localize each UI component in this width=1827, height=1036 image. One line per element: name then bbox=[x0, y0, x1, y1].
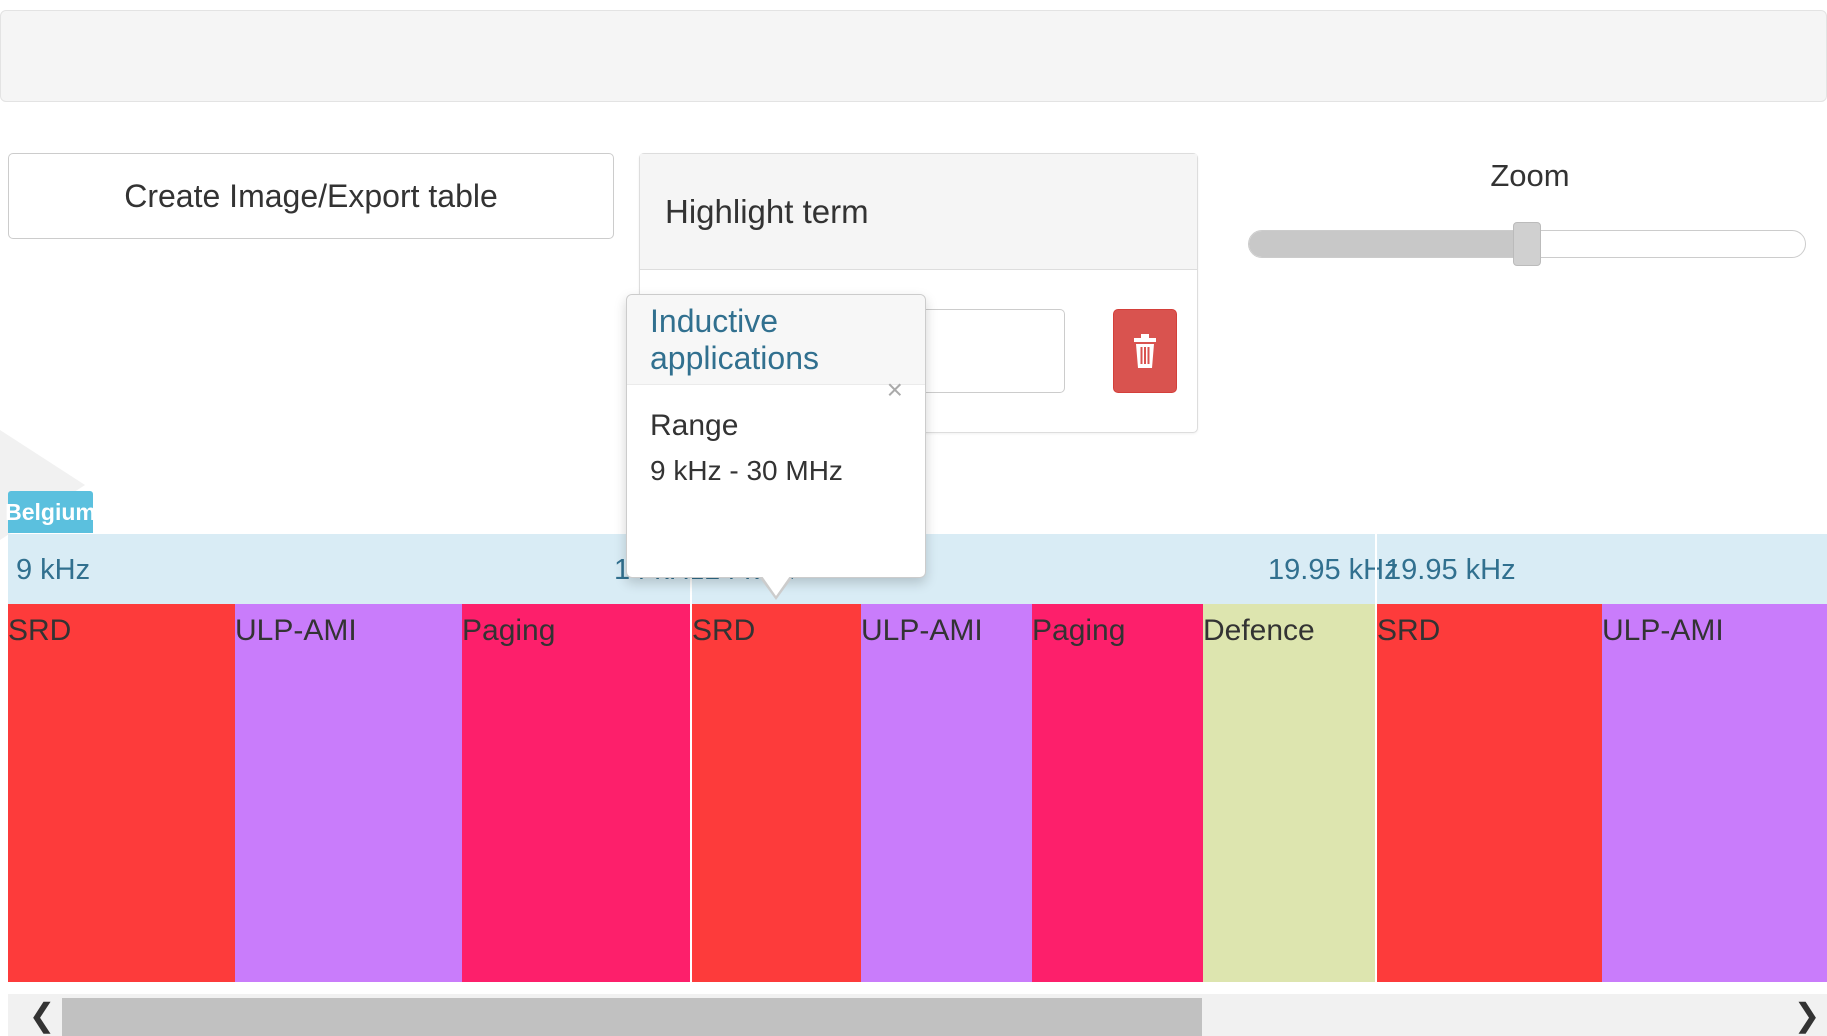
band-label: Paging bbox=[1032, 614, 1126, 647]
band-label: SRD bbox=[1377, 614, 1441, 647]
zoom-slider-fill bbox=[1249, 231, 1528, 257]
band-label: ULP-AMI bbox=[1602, 614, 1724, 647]
top-bar bbox=[0, 10, 1827, 102]
band-srd[interactable]: SRD bbox=[8, 604, 235, 982]
freq-label-seg3-start: 19.95 kHz bbox=[1385, 554, 1516, 586]
popover-range-value: 9 kHz - 30 MHz bbox=[650, 455, 843, 486]
band-ulp-ami[interactable]: ULP-AMI bbox=[235, 604, 462, 982]
band-ulp-ami[interactable]: ULP-AMI bbox=[861, 604, 1032, 982]
band-label: Paging bbox=[462, 614, 556, 647]
band-srd[interactable]: SRD bbox=[690, 604, 861, 982]
band-label: SRD bbox=[692, 614, 756, 647]
freq-label-seg1-start: 9 kHz bbox=[16, 554, 91, 586]
highlight-term-title: Highlight term bbox=[640, 154, 1197, 270]
horizontal-scrollbar[interactable]: ❮ ❯ bbox=[8, 994, 1827, 1036]
band-label: SRD bbox=[8, 614, 72, 647]
zoom-slider-handle[interactable] bbox=[1513, 222, 1541, 266]
popover-arrow bbox=[762, 576, 790, 596]
popover-title: Inductive applications bbox=[627, 295, 925, 385]
clear-highlight-button[interactable] bbox=[1113, 309, 1177, 393]
band-defence[interactable]: Defence bbox=[1203, 604, 1375, 982]
popover-close-button[interactable]: × bbox=[887, 375, 903, 405]
band-label: Defence bbox=[1203, 614, 1315, 647]
country-badge: Belgium bbox=[5, 491, 96, 533]
band-label: ULP-AMI bbox=[861, 614, 983, 647]
scroll-right-arrow[interactable]: ❯ bbox=[1787, 994, 1827, 1036]
popover-range-label: Range bbox=[650, 409, 739, 442]
trash-icon bbox=[1134, 334, 1156, 368]
scrollbar-thumb[interactable] bbox=[62, 998, 1202, 1036]
band-area: SRD ULP-AMI Paging SRD ULP-AMI Paging De… bbox=[8, 604, 1827, 982]
freq-label-seg2-end: 19.95 kHz bbox=[1268, 554, 1399, 586]
band-label: ULP-AMI bbox=[235, 614, 357, 647]
band-srd[interactable]: SRD bbox=[1375, 604, 1602, 982]
band-paging[interactable]: Paging bbox=[1032, 604, 1203, 982]
create-image-export-button[interactable]: Create Image/Export table bbox=[8, 153, 614, 239]
band-paging[interactable]: Paging bbox=[462, 604, 690, 982]
zoom-label: Zoom bbox=[1490, 158, 1570, 193]
band-info-popover: Inductive applications × Range 9 kHz - 3… bbox=[626, 294, 926, 578]
band-ulp-ami[interactable]: ULP-AMI bbox=[1602, 604, 1827, 982]
scroll-left-arrow[interactable]: ❮ bbox=[22, 994, 62, 1036]
freq-divider bbox=[1375, 534, 1377, 604]
